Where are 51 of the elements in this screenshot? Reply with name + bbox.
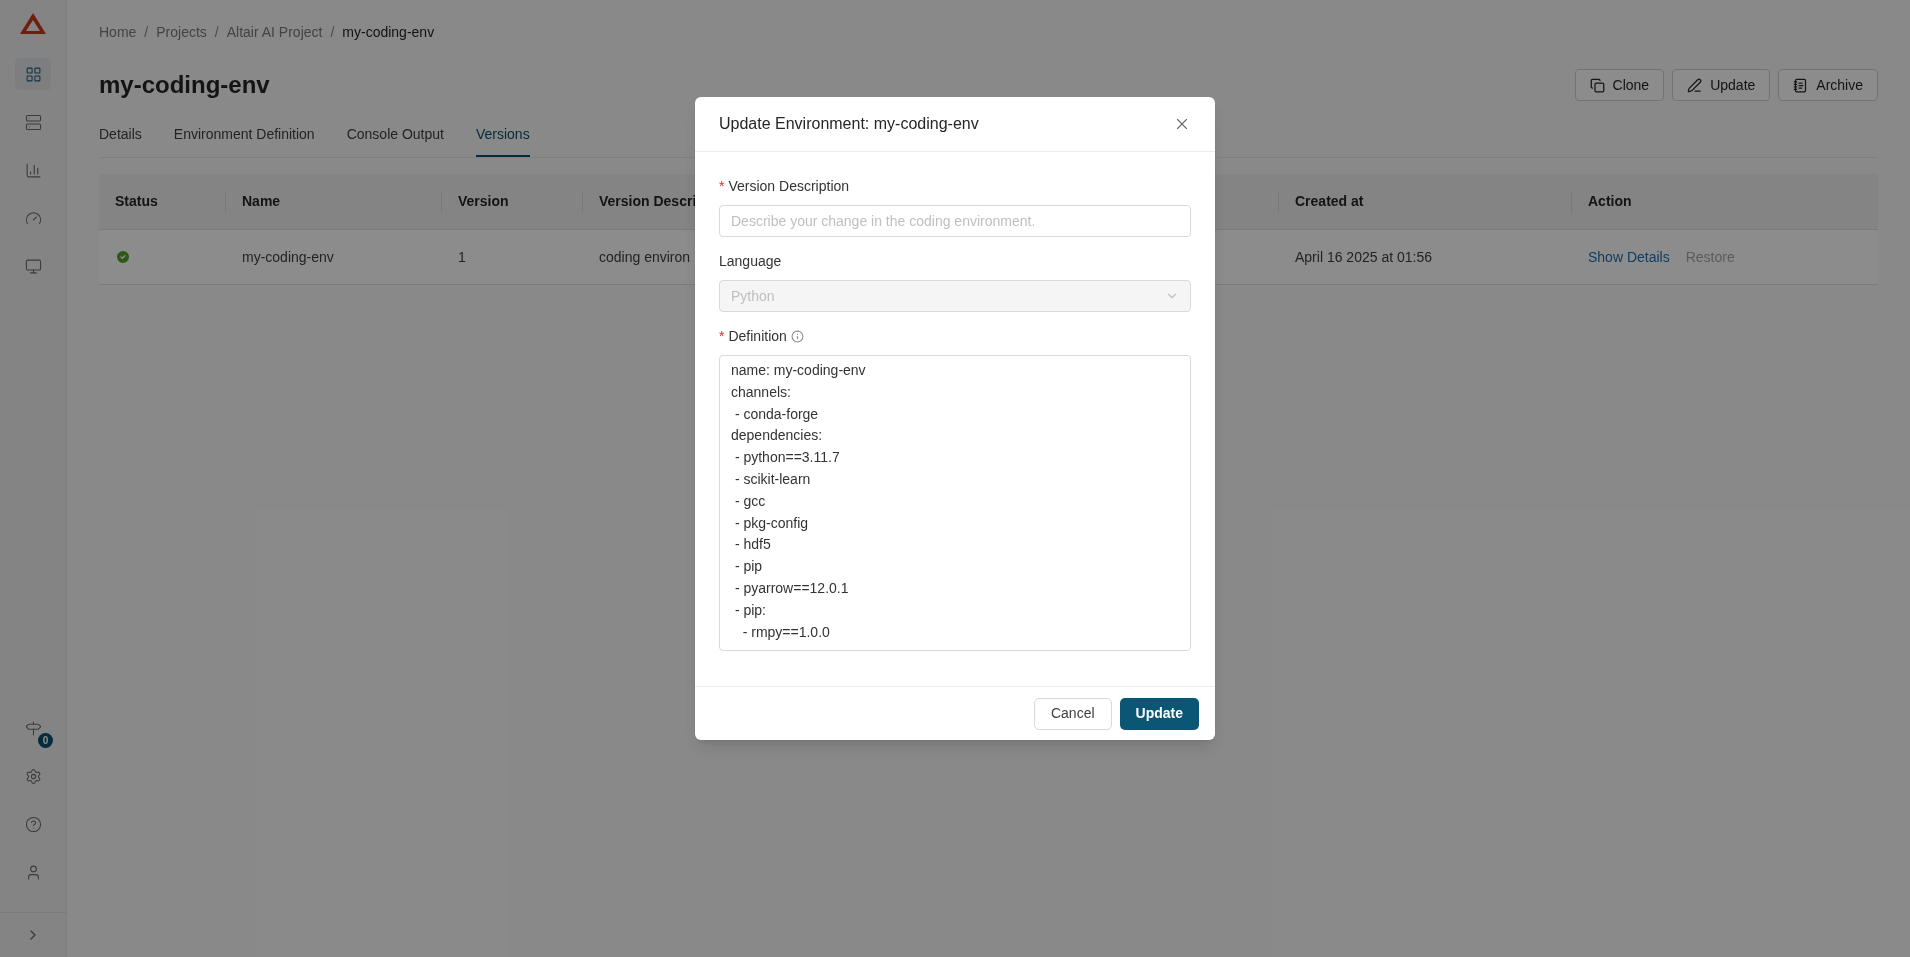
field-label: Definition — [728, 327, 787, 346]
page-title: my-coding-env — [99, 70, 270, 100]
copy-icon — [1589, 77, 1605, 93]
breadcrumb-link[interactable]: Home — [99, 21, 137, 43]
description-field[interactable]: Describe your change in the coding environment. — [719, 205, 1191, 237]
tab[interactable]: Environment Definition — [173, 120, 315, 157]
breadcrumb-link[interactable]: Altair AI Project — [226, 21, 323, 43]
toolbar-button[interactable]: Archive — [1778, 69, 1878, 101]
field-label: Version Description — [728, 177, 850, 196]
grid-icon — [24, 65, 42, 83]
column-header: Created at — [1294, 192, 1365, 211]
breadcrumb-separator: / — [330, 22, 335, 42]
required-mark: * — [719, 327, 725, 346]
document-icon — [1793, 77, 1809, 93]
field-label: Language — [719, 252, 782, 271]
column-header: Status — [114, 192, 159, 211]
toolbar-button[interactable]: Clone — [1574, 69, 1665, 101]
monitor-icon — [24, 257, 42, 275]
sidebar-item[interactable] — [15, 58, 51, 90]
gauge-icon — [24, 209, 42, 227]
breadcrumb-separator: / — [214, 22, 219, 42]
notification-badge: 0 — [38, 733, 53, 748]
definition-field[interactable]: name: my-coding-env channels: - conda-forge dependencies: - python==3.11.7 - scikit-learn - gcc - pkg-config - hdf5 - pip - pyarrow==12.0.1 - pip: - rmpy==1.0.0 — [719, 355, 1191, 651]
settings-icon — [24, 767, 42, 785]
pen-icon — [1687, 77, 1703, 93]
table-cell-text: April 16 2025 at 01:56 — [1294, 247, 1433, 267]
breadcrumb-link[interactable]: my-coding-env — [342, 21, 435, 43]
required-mark: * — [719, 177, 725, 196]
table-cell-text: my-coding-env — [241, 247, 335, 267]
update-button[interactable]: Update — [1119, 697, 1199, 730]
breadcrumb-separator: / — [144, 22, 149, 42]
column-header: Action — [1587, 192, 1633, 211]
toolbar-button[interactable]: Update — [1672, 69, 1771, 101]
help-icon — [24, 815, 42, 833]
table-cell-text: 1 — [457, 247, 467, 267]
column-header: Version — [457, 192, 510, 211]
dialog-title: Update Environment: my-coding-env — [719, 114, 979, 134]
success-status-icon — [115, 249, 131, 265]
column-header: Name — [241, 192, 282, 211]
signpost-icon — [24, 719, 42, 737]
column-header: Version Descri — [598, 192, 698, 211]
table-cell: coding environ — [599, 248, 691, 265]
logo-icon[interactable] — [19, 12, 47, 36]
bar-chart-icon — [24, 161, 42, 179]
action-link[interactable]: Show Details — [1588, 246, 1670, 268]
tab[interactable]: Versions — [475, 120, 530, 157]
breadcrumb-link[interactable]: Projects — [156, 21, 207, 43]
cancel-button[interactable]: Cancel — [1033, 697, 1112, 730]
tab[interactable]: Details — [99, 120, 142, 157]
tab[interactable]: Console Output — [346, 120, 444, 157]
server-icon — [24, 113, 42, 131]
